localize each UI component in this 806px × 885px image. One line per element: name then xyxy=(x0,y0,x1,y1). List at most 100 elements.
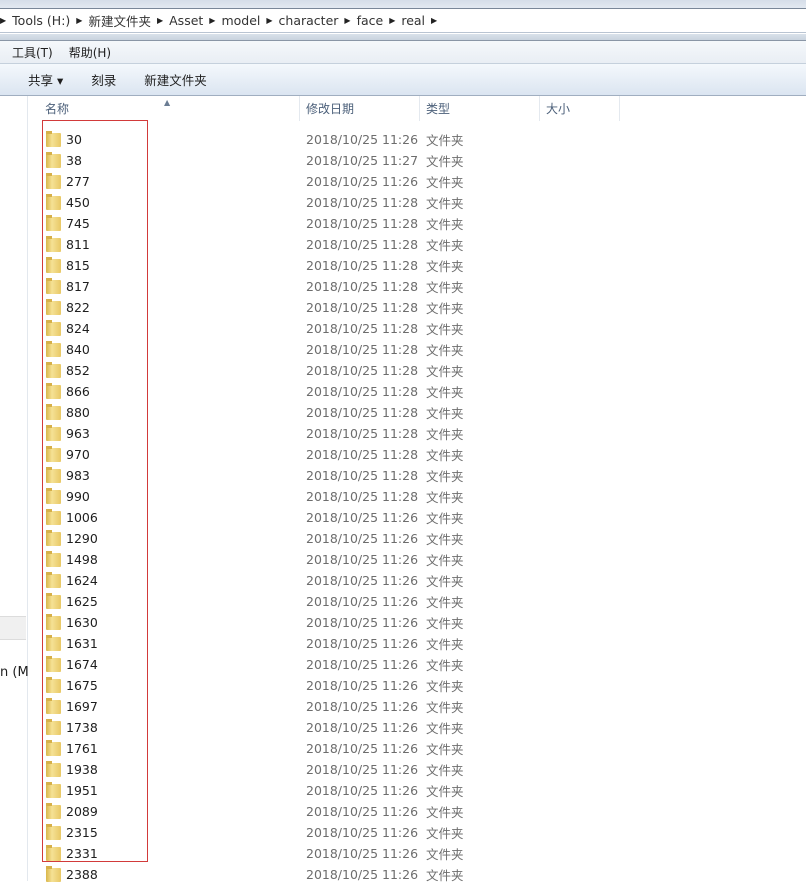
share-button[interactable]: 共享 ▾ xyxy=(28,70,63,89)
file-row[interactable]: 16752018/10/25 11:26文件夹 xyxy=(29,675,540,696)
file-row[interactable]: 16242018/10/25 11:26文件夹 xyxy=(29,570,540,591)
file-name: 1674 xyxy=(66,657,98,672)
column-header-name[interactable]: ▲名称 xyxy=(29,96,300,121)
file-type: 文件夹 xyxy=(420,529,540,548)
folder-icon xyxy=(46,511,61,525)
breadcrumb-item[interactable]: face xyxy=(351,13,390,28)
file-row[interactable]: 382018/10/25 11:27文件夹 xyxy=(29,150,540,171)
file-name: 1006 xyxy=(66,510,98,525)
file-row[interactable]: 2772018/10/25 11:26文件夹 xyxy=(29,171,540,192)
breadcrumb-item[interactable]: Asset xyxy=(163,13,209,28)
file-row[interactable]: 7452018/10/25 11:28文件夹 xyxy=(29,213,540,234)
file-row[interactable]: 8662018/10/25 11:28文件夹 xyxy=(29,381,540,402)
file-row[interactable]: 8152018/10/25 11:28文件夹 xyxy=(29,255,540,276)
file-name-cell: 1938 xyxy=(29,762,300,777)
file-row[interactable]: 9702018/10/25 11:28文件夹 xyxy=(29,444,540,465)
file-row[interactable]: 17612018/10/25 11:26文件夹 xyxy=(29,738,540,759)
file-row[interactable]: 16252018/10/25 11:26文件夹 xyxy=(29,591,540,612)
file-row[interactable]: 16302018/10/25 11:26文件夹 xyxy=(29,612,540,633)
file-row[interactable]: 9902018/10/25 11:28文件夹 xyxy=(29,486,540,507)
file-name-cell: 963 xyxy=(29,426,300,441)
folder-icon xyxy=(46,301,61,315)
file-row[interactable]: 8172018/10/25 11:28文件夹 xyxy=(29,276,540,297)
file-row[interactable]: 9632018/10/25 11:28文件夹 xyxy=(29,423,540,444)
file-row[interactable]: 8242018/10/25 11:28文件夹 xyxy=(29,318,540,339)
file-row[interactable]: 23882018/10/25 11:26文件夹 xyxy=(29,864,540,885)
folder-icon xyxy=(46,826,61,840)
file-type: 文件夹 xyxy=(420,319,540,338)
folder-icon xyxy=(46,217,61,231)
toolbar: 共享 ▾ 刻录 新建文件夹 xyxy=(0,64,806,96)
file-type: 文件夹 xyxy=(420,844,540,863)
new-folder-button[interactable]: 新建文件夹 xyxy=(144,70,207,89)
file-row[interactable]: 16972018/10/25 11:26文件夹 xyxy=(29,696,540,717)
folder-icon xyxy=(46,574,61,588)
column-header-size[interactable]: 大小 xyxy=(540,96,620,121)
breadcrumb-item[interactable]: model xyxy=(215,13,266,28)
file-row[interactable]: 14982018/10/25 11:26文件夹 xyxy=(29,549,540,570)
file-type: 文件夹 xyxy=(420,865,540,884)
folder-icon xyxy=(46,469,61,483)
file-type: 文件夹 xyxy=(420,613,540,632)
address-bar[interactable]: ▶Tools (H:)▶新建文件夹▶Asset▶model▶character▶… xyxy=(0,8,806,33)
file-type: 文件夹 xyxy=(420,298,540,317)
file-name: 2315 xyxy=(66,825,98,840)
file-name: 1761 xyxy=(66,741,98,756)
column-header-type[interactable]: 类型 xyxy=(420,96,540,121)
menu-tools[interactable]: 工具(T) xyxy=(12,44,53,61)
file-row[interactable]: 16742018/10/25 11:26文件夹 xyxy=(29,654,540,675)
file-row[interactable]: 17382018/10/25 11:26文件夹 xyxy=(29,717,540,738)
burn-button[interactable]: 刻录 xyxy=(91,70,116,89)
file-row[interactable]: 8112018/10/25 11:28文件夹 xyxy=(29,234,540,255)
file-date: 2018/10/25 11:28 xyxy=(300,426,420,441)
file-name-cell: 983 xyxy=(29,468,300,483)
file-row[interactable]: 12902018/10/25 11:26文件夹 xyxy=(29,528,540,549)
folder-icon xyxy=(46,406,61,420)
file-name: 866 xyxy=(66,384,90,399)
file-row[interactable]: 23152018/10/25 11:26文件夹 xyxy=(29,822,540,843)
file-name-cell: 1697 xyxy=(29,699,300,714)
file-row[interactable]: 4502018/10/25 11:28文件夹 xyxy=(29,192,540,213)
breadcrumb-item[interactable]: real xyxy=(395,13,431,28)
breadcrumb-item[interactable]: Tools (H:) xyxy=(6,13,76,28)
file-row[interactable]: 8222018/10/25 11:28文件夹 xyxy=(29,297,540,318)
file-date: 2018/10/25 11:26 xyxy=(300,552,420,567)
file-date: 2018/10/25 11:28 xyxy=(300,237,420,252)
folder-icon xyxy=(46,343,61,357)
file-row[interactable]: 20892018/10/25 11:26文件夹 xyxy=(29,801,540,822)
file-row[interactable]: 8802018/10/25 11:28文件夹 xyxy=(29,402,540,423)
column-headers: ▲名称 修改日期 类型 大小 xyxy=(29,96,806,121)
file-type: 文件夹 xyxy=(420,823,540,842)
file-name-cell: 824 xyxy=(29,321,300,336)
file-name: 38 xyxy=(66,153,82,168)
folder-icon xyxy=(46,658,61,672)
file-type: 文件夹 xyxy=(420,802,540,821)
file-name-cell: 1675 xyxy=(29,678,300,693)
folder-icon xyxy=(46,154,61,168)
file-row[interactable]: 10062018/10/25 11:26文件夹 xyxy=(29,507,540,528)
file-row[interactable]: 8402018/10/25 11:28文件夹 xyxy=(29,339,540,360)
file-type: 文件夹 xyxy=(420,172,540,191)
nav-item[interactable] xyxy=(0,616,26,640)
file-name: 1738 xyxy=(66,720,98,735)
file-date: 2018/10/25 11:28 xyxy=(300,258,420,273)
column-header-date[interactable]: 修改日期 xyxy=(300,96,420,121)
file-row[interactable]: 19382018/10/25 11:26文件夹 xyxy=(29,759,540,780)
file-row[interactable]: 16312018/10/25 11:26文件夹 xyxy=(29,633,540,654)
file-type: 文件夹 xyxy=(420,739,540,758)
file-row[interactable]: 23312018/10/25 11:26文件夹 xyxy=(29,843,540,864)
file-date: 2018/10/25 11:26 xyxy=(300,867,420,882)
file-row[interactable]: 19512018/10/25 11:26文件夹 xyxy=(29,780,540,801)
breadcrumb-chevron-icon[interactable]: ▶ xyxy=(431,16,437,25)
file-row[interactable]: 9832018/10/25 11:28文件夹 xyxy=(29,465,540,486)
folder-icon xyxy=(46,196,61,210)
menu-help[interactable]: 帮助(H) xyxy=(69,44,111,61)
breadcrumb-item[interactable]: 新建文件夹 xyxy=(82,11,157,30)
nav-item-label[interactable]: n (M xyxy=(0,665,28,680)
file-row[interactable]: 302018/10/25 11:26文件夹 xyxy=(29,129,540,150)
breadcrumb-item[interactable]: character xyxy=(273,13,345,28)
file-name-cell: 2315 xyxy=(29,825,300,840)
file-row[interactable]: 8522018/10/25 11:28文件夹 xyxy=(29,360,540,381)
file-list: 302018/10/25 11:26文件夹382018/10/25 11:27文… xyxy=(29,129,540,885)
folder-icon xyxy=(46,133,61,147)
